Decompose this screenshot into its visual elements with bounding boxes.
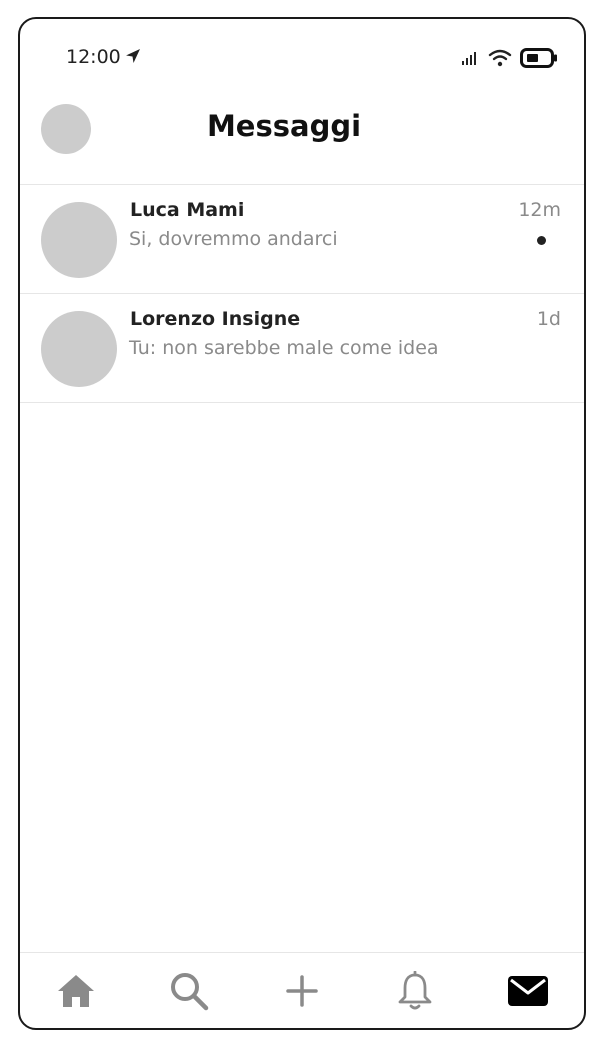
status-time: 12:00: [66, 46, 121, 68]
tab-bar: [20, 952, 584, 1028]
tab-home[interactable]: [20, 953, 133, 1028]
message-time: 12m: [518, 199, 561, 221]
message-row-lorenzo-insigne[interactable]: Lorenzo Insigne Tu: non sarebbe male com…: [20, 294, 584, 403]
header: Messaggi: [20, 89, 584, 185]
message-preview: Tu: non sarebbe male come idea: [129, 337, 439, 359]
tab-new-post[interactable]: [246, 953, 359, 1028]
search-icon: [169, 971, 209, 1011]
home-icon: [56, 973, 96, 1009]
location-arrow-icon: [124, 47, 142, 65]
avatar: [41, 202, 117, 278]
message-list: Luca Mami Si, dovremmo andarci 12m Loren…: [20, 185, 584, 403]
message-time: 1d: [536, 308, 561, 330]
sender-name: Lorenzo Insigne: [130, 308, 301, 330]
message-preview: Si, dovremmo andarci: [129, 228, 338, 250]
battery-icon: [520, 48, 558, 68]
tab-search[interactable]: [133, 953, 246, 1028]
plus-icon: [285, 974, 319, 1008]
wifi-icon: [488, 49, 512, 67]
signal-icon: [462, 51, 480, 65]
page-title: Messaggi: [206, 109, 362, 143]
phone-frame: 12:00 Messaggi Luca Mami Si, dovremmo an…: [18, 17, 586, 1030]
status-bar: 12:00: [20, 19, 584, 89]
mail-icon: [507, 975, 548, 1006]
bell-icon: [397, 970, 433, 1011]
message-row-luca-mami[interactable]: Luca Mami Si, dovremmo andarci 12m: [20, 185, 584, 294]
sender-name: Luca Mami: [130, 199, 245, 221]
avatar: [41, 311, 117, 387]
unread-indicator: [537, 236, 546, 245]
tab-messages[interactable]: [471, 953, 584, 1028]
status-icons: [462, 48, 558, 68]
tab-notifications[interactable]: [358, 953, 471, 1028]
